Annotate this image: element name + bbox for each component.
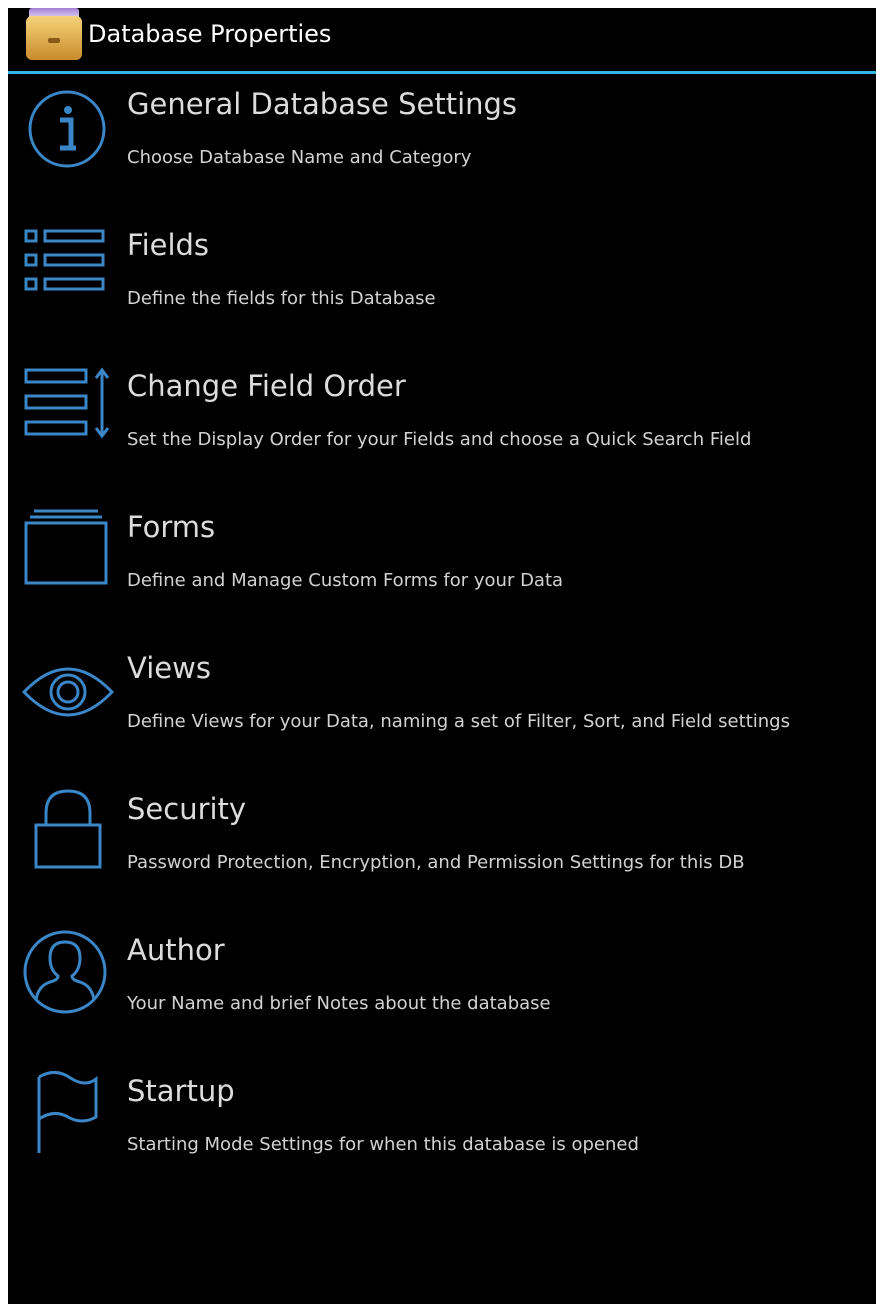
menu-item-description: Define Views for your Data, naming a set… bbox=[127, 711, 790, 732]
screen: Database Properties General Database Set… bbox=[8, 8, 876, 1304]
menu-item-fields[interactable]: Fields Define the fields for this Databa… bbox=[8, 217, 876, 358]
menu-item-description: Set the Display Order for your Fields an… bbox=[127, 429, 752, 450]
menu-item-title: Views bbox=[127, 651, 211, 685]
fields-list-icon bbox=[20, 217, 116, 307]
menu-item-title: Security bbox=[127, 792, 247, 826]
menu-item-description: Choose Database Name and Category bbox=[127, 147, 472, 168]
menu-item-title: Startup bbox=[127, 1074, 235, 1108]
menu-item-description: Define the fields for this Database bbox=[127, 288, 436, 309]
menu-item-title: Author bbox=[127, 933, 225, 967]
menu-item-description: Your Name and brief Notes about the data… bbox=[127, 993, 551, 1014]
menu-item-title: Fields bbox=[127, 228, 210, 262]
info-icon bbox=[20, 76, 116, 168]
menu-item-description: Starting Mode Settings for when this dat… bbox=[127, 1134, 639, 1155]
menu-item-description: Password Protection, Encryption, and Per… bbox=[127, 852, 745, 873]
title-divider bbox=[8, 71, 876, 74]
menu-item-title: General Database Settings bbox=[127, 87, 518, 121]
menu-item-author[interactable]: Author Your Name and brief Notes about t… bbox=[8, 922, 876, 1063]
database-drawer-icon[interactable] bbox=[26, 8, 82, 62]
menu-item-general-database-settings[interactable]: General Database Settings Choose Databas… bbox=[8, 76, 876, 217]
menu-item-views[interactable]: Views Define Views for your Data, naming… bbox=[8, 640, 876, 781]
menu-item-title: Forms bbox=[127, 510, 216, 544]
flag-icon bbox=[20, 1063, 116, 1153]
menu-item-change-field-order[interactable]: Change Field Order Set the Display Order… bbox=[8, 358, 876, 499]
page-title: Database Properties bbox=[88, 20, 332, 48]
menu-item-title: Change Field Order bbox=[127, 369, 406, 403]
eye-icon bbox=[20, 640, 116, 730]
menu-item-startup[interactable]: Startup Starting Mode Settings for when … bbox=[8, 1063, 876, 1204]
menu-item-security[interactable]: Security Password Protection, Encryption… bbox=[8, 781, 876, 922]
lock-icon bbox=[20, 781, 116, 871]
action-bar: Database Properties bbox=[8, 8, 876, 72]
menu-item-description: Define and Manage Custom Forms for your … bbox=[127, 570, 564, 591]
reorder-icon bbox=[20, 358, 116, 448]
forms-icon bbox=[20, 499, 116, 589]
menu-item-forms[interactable]: Forms Define and Manage Custom Forms for… bbox=[8, 499, 876, 640]
person-icon bbox=[20, 922, 116, 1014]
